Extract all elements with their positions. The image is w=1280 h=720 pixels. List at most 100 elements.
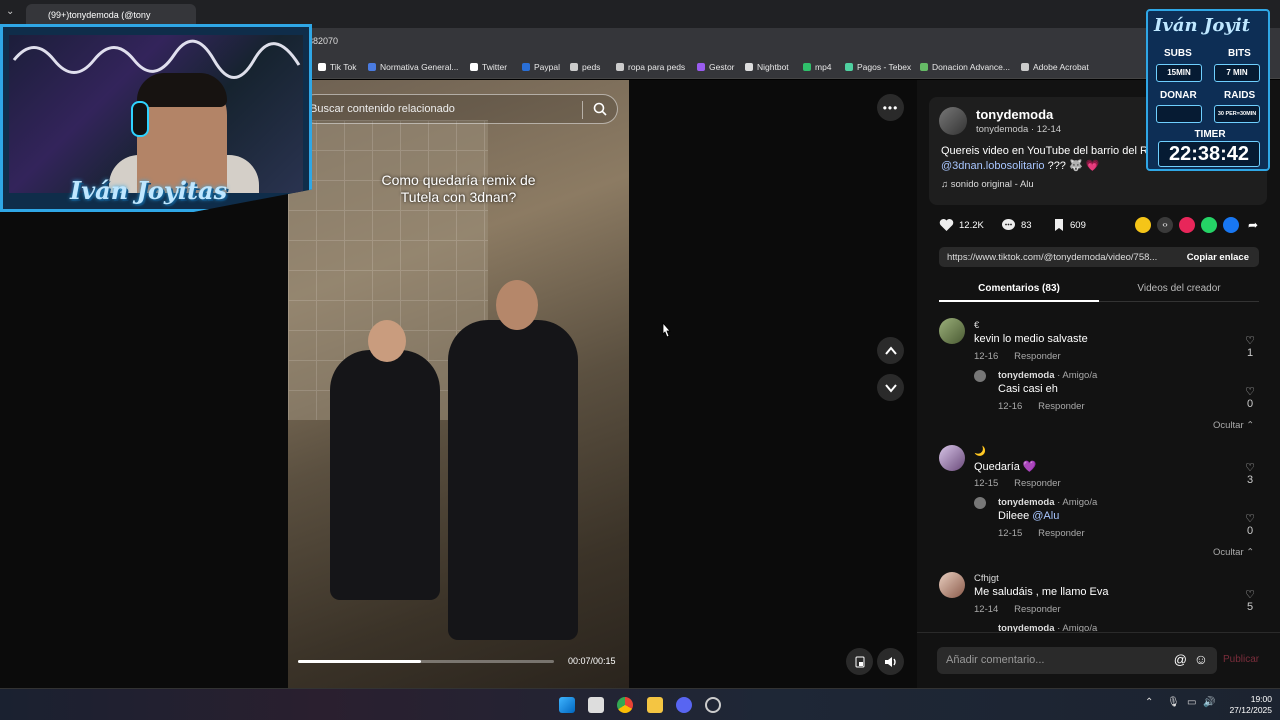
reply-like-button[interactable]: ♡ 0 [1240, 385, 1260, 410]
facebook-icon[interactable] [1223, 217, 1239, 233]
more-options-button[interactable]: ••• [877, 94, 904, 121]
next-video-button[interactable] [877, 374, 904, 401]
start-windows-icon[interactable] [559, 697, 575, 713]
speaker-icon[interactable]: 🔊 [1203, 697, 1215, 708]
video-progress-bar[interactable] [298, 660, 554, 663]
comment-like-button[interactable]: ♡ 1 [1240, 334, 1260, 359]
creator-subline: tonydemoda · 12-14 [976, 124, 1062, 135]
comment-date: 12-15 [974, 478, 999, 489]
caption-line-2: Tutela con 3dnan? [400, 189, 517, 205]
comment-like-button[interactable]: ♡ 5 [1240, 588, 1260, 613]
commenter-avatar[interactable] [939, 445, 965, 471]
whatsapp-icon[interactable] [1201, 217, 1217, 233]
tab-list-chevron-icon[interactable]: ⌄ [6, 6, 14, 17]
bookmark-item[interactable]: Nightbot [745, 62, 789, 72]
comment-meta: 12-14 Responder [974, 604, 1061, 615]
mention-link[interactable]: @3dnan.lobosolitario [941, 160, 1045, 172]
comment-count-button[interactable]: 83 [1001, 218, 1032, 232]
comment-input[interactable]: Añadir comentario... @ ☺ [937, 647, 1217, 674]
repost-icon[interactable] [1179, 217, 1195, 233]
sound-link[interactable]: ♫ sonido original - Alu [941, 179, 1034, 190]
emoji-icon[interactable]: ☺ [1194, 651, 1208, 667]
reply-button[interactable]: Responder [1014, 351, 1060, 362]
mouse-pointer-icon [662, 322, 671, 338]
previous-video-button[interactable] [877, 337, 904, 364]
commenter-avatar[interactable] [939, 572, 965, 598]
bookmark-item[interactable]: ropa para peds [616, 62, 685, 72]
mention-at-icon[interactable]: @ [1174, 652, 1187, 667]
miniplayer-icon [855, 656, 864, 667]
bookmark-item[interactable]: Pagos - Tebex [845, 62, 911, 72]
bookmark-item[interactable]: Twitter [470, 62, 507, 72]
bookmark-item[interactable]: Paypal [522, 62, 560, 72]
hide-replies-button[interactable]: Ocultar ⌃ [1213, 420, 1254, 431]
reply-author[interactable]: tonydemoda · Amigo/a [998, 370, 1097, 381]
bookmark-favicon-icon [368, 63, 376, 71]
bookmark-item[interactable]: mp4 [803, 62, 832, 72]
tab-comments[interactable]: Comentarios (83) [939, 283, 1099, 294]
bookmark-favicon-icon [1021, 63, 1029, 71]
hide-replies-button[interactable]: Ocultar ⌃ [1213, 547, 1254, 558]
post-mention[interactable]: @3dnan.lobosolitario ??? 🐺 💗 [941, 159, 1099, 172]
commenter-name[interactable]: 🌙 [974, 446, 986, 457]
obs-icon[interactable] [705, 697, 721, 713]
commenter-name[interactable]: € [974, 320, 979, 331]
bookmark-item[interactable]: Adobe Acrobat [1021, 62, 1089, 72]
browser-tab[interactable]: (99+)tonydemoda (@tony [26, 4, 196, 26]
bits-value: 7 MIN [1214, 64, 1260, 82]
search-icon[interactable] [593, 102, 607, 121]
bookmark-item[interactable]: Donacion Advance... [920, 62, 1010, 72]
reply-author[interactable]: tonydemoda · Amigo/a [998, 623, 1097, 632]
reply-reply-button[interactable]: Responder [1038, 528, 1084, 539]
share-arrow-icon[interactable]: ➦ [1245, 217, 1261, 233]
reply-reply-button[interactable]: Responder [1038, 401, 1084, 412]
network-icon[interactable]: ▭ [1187, 697, 1196, 708]
commenter-name[interactable]: Cfhjgt [974, 573, 999, 584]
bookmark-label: Paypal [534, 62, 560, 72]
save-button[interactable]: 609 [1053, 218, 1086, 232]
coin-share-icon[interactable] [1135, 217, 1151, 233]
reply-button[interactable]: Responder [1014, 478, 1060, 489]
comment-like-button[interactable]: ♡ 3 [1240, 461, 1260, 486]
reply-like-count: 0 [1246, 398, 1254, 410]
commenter-avatar[interactable] [939, 318, 965, 344]
right-panel: tonydemoda tonydemoda · 12-14 Quereis vi… [917, 80, 1280, 688]
reply-like-button[interactable]: ♡ 0 [1240, 512, 1260, 537]
embed-code-icon[interactable]: ‹› [1157, 217, 1173, 233]
clock-date: 27/12/2025 [1229, 705, 1272, 715]
bookmark-item[interactable]: Gestor [697, 62, 735, 72]
discord-icon[interactable] [676, 697, 692, 713]
bookmark-item[interactable]: peds [570, 62, 600, 72]
subs-value: 15MIN [1156, 64, 1202, 82]
microphone-icon[interactable]: 🎙 [1167, 697, 1180, 708]
creator-avatar[interactable] [939, 107, 967, 135]
bookmark-favicon-icon [745, 63, 753, 71]
reply-avatar[interactable] [974, 497, 986, 509]
share-link-text[interactable]: https://www.tiktok.com/@tonydemoda/video… [947, 252, 1169, 263]
video-person-left [330, 350, 440, 600]
like-button[interactable]: 12.2K [939, 218, 984, 232]
publish-button[interactable]: Publicar [1223, 654, 1259, 665]
reply-author[interactable]: tonydemoda · Amigo/a [998, 497, 1097, 508]
creator-username[interactable]: tonydemoda [976, 107, 1053, 122]
system-clock[interactable]: 19:00 27/12/2025 [1222, 694, 1272, 716]
copy-link-button[interactable]: Copiar enlace [1187, 252, 1249, 263]
bookmark-favicon-icon [616, 63, 624, 71]
related-search-placeholder: Buscar contenido relacionado [310, 103, 455, 115]
widget-logo: Iván Joyit [1154, 15, 1251, 36]
bookmark-item[interactable]: Normativa General... [368, 62, 458, 72]
bookmark-label: Twitter [482, 62, 508, 72]
reply-mention[interactable]: @Alu [1032, 510, 1059, 522]
tray-chevron-icon[interactable]: ⌃ [1145, 697, 1153, 708]
reply-button[interactable]: Responder [1014, 604, 1060, 615]
bookmark-item[interactable]: Tik Tok [318, 62, 356, 72]
comment-like-count: 5 [1246, 601, 1254, 613]
volume-button[interactable] [877, 648, 904, 675]
miniplayer-button[interactable] [846, 648, 873, 675]
store-icon[interactable] [588, 697, 604, 713]
related-search-input[interactable]: Buscar contenido relacionado [300, 94, 618, 124]
reply-avatar[interactable] [974, 370, 986, 382]
chrome-icon[interactable] [617, 697, 633, 713]
file-explorer-icon[interactable] [647, 697, 663, 713]
tab-creator-videos[interactable]: Videos del creador [1099, 283, 1259, 294]
